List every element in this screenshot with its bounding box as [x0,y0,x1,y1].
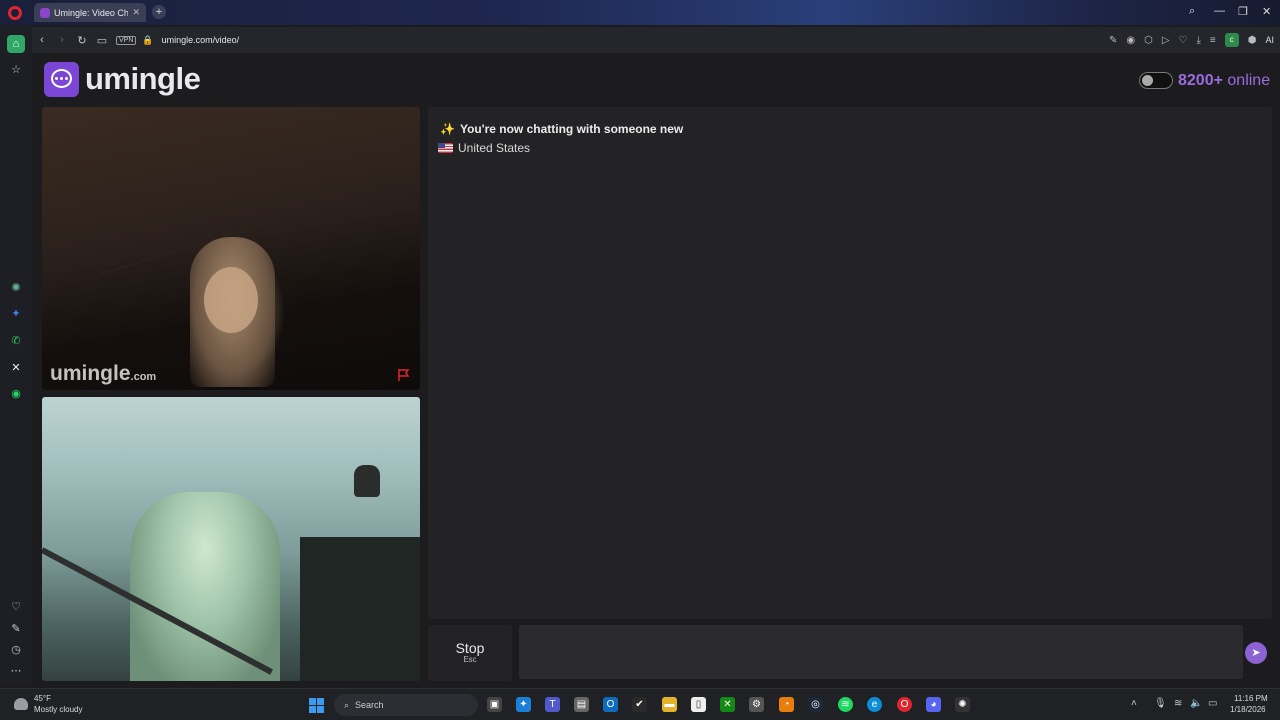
microphone-icon[interactable]: 🎙 [1154,698,1167,709]
vpn-badge[interactable]: VPN [116,35,137,45]
copilot-icon[interactable]: ✦ [516,697,531,712]
heart-icon[interactable]: ♡ [1179,35,1188,46]
address-bar-tools: ✎ ◉ ⬡ ▷ ♡ ⤓ ≡ c ⬢ AI [1109,33,1274,47]
sparkle-icon: ✨ [440,122,455,136]
windows-taskbar: 45°F Mostly cloudy ⌕ Search ▣ ✦ T ▤ O ✔ … [0,688,1280,720]
report-flag-icon[interactable] [397,368,411,382]
address-bar: ‹ › ↻ ▭ VPN 🔒 umingle.com/video/ ✎ ◉ ⬡ ▷… [32,27,1280,53]
send-icon[interactable]: ➤ [1245,642,1267,664]
message-input[interactable] [519,625,1243,679]
brand-name[interactable]: umingle [85,61,201,97]
wifi-icon[interactable]: ≋ [1174,698,1182,709]
stranger-video: umingle.com [42,107,420,390]
back-icon[interactable]: ‹ [32,34,52,46]
chatgpt-icon[interactable]: ✺ [955,697,970,712]
volume-icon[interactable]: 🔈 [1190,698,1202,709]
restore-icon[interactable]: ❐ [1238,5,1248,18]
umingle-favicon-icon [40,7,50,18]
lock-icon[interactable]: 🔒 [142,35,153,46]
profile-avatar[interactable]: c [1224,33,1239,47]
browser-titlebar: Umingle: Video Chat ✕ + ⌕ — ❐ ✕ [0,0,1280,25]
online-count: 8200+ [1178,72,1223,89]
forward-icon[interactable]: › [52,34,72,46]
tab-title: Umingle: Video Chat [54,7,129,18]
file-icon[interactable]: ▯ [691,697,706,712]
home-icon[interactable]: ⌂ [7,35,25,53]
minimize-icon[interactable]: — [1214,5,1225,17]
whatsapp-icon[interactable]: ✆ [7,332,25,350]
task-view-icon[interactable]: ▣ [487,697,502,712]
edit-icon[interactable]: ✎ [7,620,25,638]
steam-check-icon[interactable]: ✔ [632,697,647,712]
clock-time[interactable]: 11:16 PM [1234,694,1268,703]
tab-umingle[interactable]: Umingle: Video Chat ✕ [34,3,146,22]
opera-logo-icon[interactable] [8,6,22,20]
close-icon[interactable]: ✕ [132,7,140,18]
umingle-page: umingle 8200+ online umingle.com ✨ You're… [32,53,1280,717]
windows-start-icon[interactable] [309,698,324,713]
browser-sidebar: ⌂ ☆ ✺ ✦ ✆ ✕ ◉ ♡ ✎ ◷ ⋯ [0,25,32,685]
ai-button[interactable]: AI [1265,35,1274,45]
settings-gear-icon[interactable]: ⚙ [749,697,764,712]
us-flag-icon [438,143,453,153]
window-close-icon[interactable]: ✕ [1262,5,1271,18]
spotify-icon[interactable]: ≋ [838,697,853,712]
teams-icon[interactable]: T [545,697,560,712]
play-icon[interactable]: ▷ [1162,35,1170,46]
messenger-icon[interactable]: ✦ [7,305,25,323]
search-tabs-icon[interactable]: ⌕ [1189,5,1195,18]
shield-icon[interactable]: ⬡ [1144,35,1153,46]
reload-icon[interactable]: ↻ [72,34,92,47]
xbox-icon[interactable]: ✕ [720,697,735,712]
stranger-country: United States [438,141,530,155]
url-field[interactable]: umingle.com/video/ [162,35,240,45]
history-icon[interactable]: ◷ [7,641,25,659]
chat-status-message: ✨ You're now chatting with someone new [440,122,684,136]
online-counter: 8200+ online [1178,72,1270,90]
extensions-icon[interactable]: ⬢ [1248,35,1257,46]
chatgpt-icon[interactable]: ✺ [7,279,25,297]
snapshot-icon[interactable]: ▭ [92,34,112,47]
chevron-up-icon[interactable]: ˄ [1131,698,1137,709]
umingle-logo-icon[interactable] [44,62,79,97]
camera-icon[interactable]: ◉ [1126,35,1135,46]
spotify-icon[interactable]: ◉ [7,385,25,403]
steam-icon[interactable]: ◎ [808,697,823,712]
star-icon[interactable]: ☆ [7,61,25,79]
theme-toggle[interactable] [1139,72,1173,89]
store-icon[interactable]: ▤ [574,697,589,712]
new-tab-button[interactable]: + [152,5,166,19]
clock-date[interactable]: 1/18/2026 [1230,705,1266,714]
folder-icon[interactable]: ▬ [662,697,677,712]
menu-icon[interactable]: ≡ [1210,35,1216,46]
more-icon[interactable]: ⋯ [7,662,25,680]
cloud-icon[interactable] [14,698,28,710]
x-icon[interactable]: ✕ [7,359,25,377]
download-icon[interactable]: ⤓ [1196,35,1200,46]
opera-icon[interactable]: O [897,697,912,712]
stop-button[interactable]: Stop Esc [428,625,512,681]
chat-panel: ✨ You're now chatting with someone new Un… [428,107,1272,619]
toggle-knob [1142,75,1153,86]
online-label: online [1227,72,1271,89]
search-icon: ⌕ [344,699,350,710]
discord-icon[interactable]: ◕ [926,697,941,712]
heart-icon[interactable]: ♡ [7,598,25,616]
weather-condition[interactable]: Mostly cloudy [34,705,82,714]
blender-icon[interactable]: ◔ [779,697,794,712]
outlook-icon[interactable]: O [603,697,618,712]
edge-icon[interactable]: e [867,697,882,712]
edit-icon[interactable]: ✎ [1109,35,1117,46]
taskbar-search[interactable]: ⌕ Search [334,694,478,716]
video-watermark: umingle.com [50,362,157,385]
weather-temperature[interactable]: 45°F [34,694,51,703]
battery-icon[interactable]: ▭ [1208,698,1217,709]
self-video [42,397,420,681]
